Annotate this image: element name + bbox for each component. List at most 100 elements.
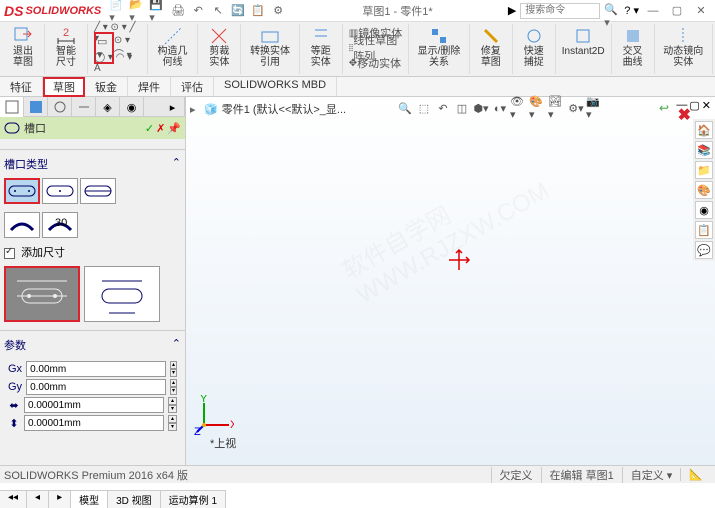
status-units-icon[interactable]: 📐 bbox=[680, 468, 711, 481]
spin-up[interactable]: ▴ bbox=[170, 361, 177, 369]
status-editing[interactable]: 在编辑 草图1 bbox=[541, 467, 622, 483]
pm-ok-button[interactable]: ✓ bbox=[145, 122, 154, 135]
fm-tab-property[interactable] bbox=[24, 97, 48, 117]
minimize-button[interactable]: — bbox=[643, 3, 663, 19]
pm-cancel-button[interactable]: ✗ bbox=[156, 122, 165, 135]
confirm-corner-cancel[interactable]: ✖ bbox=[678, 105, 691, 125]
new-button[interactable]: 📄▾ bbox=[109, 2, 127, 20]
tab-sheetmetal[interactable]: 钣金 bbox=[85, 77, 128, 96]
dynamic-mirror-button[interactable]: 动态镜向实体 bbox=[659, 24, 708, 70]
slot-dim-scheme-2[interactable] bbox=[84, 266, 160, 322]
search-icon[interactable]: 🔍▾ bbox=[604, 3, 620, 19]
tab-features[interactable]: 特征 bbox=[0, 77, 43, 96]
slot-overall-option[interactable] bbox=[80, 178, 116, 204]
vt-section[interactable]: ◫ bbox=[453, 99, 471, 117]
vt-prev-view[interactable]: ↶ bbox=[434, 99, 452, 117]
vt-zoom-fit[interactable]: 🔍 bbox=[396, 99, 414, 117]
fm-expand-button[interactable]: ▸ bbox=[161, 97, 185, 117]
settings-button[interactable]: ⚙ bbox=[269, 2, 287, 20]
fm-tab-dim[interactable] bbox=[72, 97, 96, 117]
instant2d-button[interactable]: Instant2D bbox=[560, 24, 607, 59]
linear-pattern-button[interactable]: ⦙⦙ 线性草图阵列 bbox=[349, 41, 403, 55]
param-height-input[interactable] bbox=[24, 415, 164, 431]
spin-down[interactable]: ▾ bbox=[170, 369, 177, 377]
select-button[interactable]: ↖ bbox=[209, 2, 227, 20]
move-button[interactable]: ✥ 移动实体 bbox=[349, 56, 403, 70]
btab-back[interactable]: ◂ bbox=[27, 491, 49, 508]
fm-tab-config[interactable] bbox=[48, 97, 72, 117]
btab-prev[interactable]: ◂◂ bbox=[0, 491, 27, 508]
graphics-area[interactable]: 🔍 ⬚ ↶ ◫ ⬢▾ ◐▾ 👁▾ 🎨▾ 🏞▾ ⚙▾ 📷▾ — ▢ ✕ ▸ 🧊 零… bbox=[186, 97, 715, 465]
spin-down[interactable]: ▾ bbox=[170, 387, 177, 395]
tp-file-explorer[interactable]: 📁 bbox=[695, 161, 713, 179]
collapse-icon[interactable]: ⌃ bbox=[172, 156, 181, 172]
tp-forum[interactable]: 💬 bbox=[695, 241, 713, 259]
vt-display-style[interactable]: ◐▾ bbox=[491, 99, 509, 117]
spin-up[interactable]: ▴ bbox=[170, 379, 177, 387]
collapse-icon[interactable]: ⌃ bbox=[172, 337, 181, 353]
print-button[interactable]: 🖨 bbox=[169, 2, 187, 20]
slot-type-title[interactable]: 槽口类型 ⌃ bbox=[4, 154, 181, 174]
tp-design-library[interactable]: 📚 bbox=[695, 141, 713, 159]
tab-evaluate[interactable]: 评估 bbox=[171, 77, 214, 96]
tp-appearances[interactable]: ◉ bbox=[695, 201, 713, 219]
tp-view-palette[interactable]: 🎨 bbox=[695, 181, 713, 199]
vt-zoom-area[interactable]: ⬚ bbox=[415, 99, 433, 117]
spin-up[interactable]: ▴ bbox=[168, 415, 177, 423]
vt-scene[interactable]: 🏞▾ bbox=[548, 99, 566, 117]
slot-centerpoint-arc-option[interactable]: 30 bbox=[42, 212, 78, 238]
close-button[interactable]: ✕ bbox=[691, 3, 711, 19]
options-button[interactable]: 📋 bbox=[249, 2, 267, 20]
tab-weldments[interactable]: 焊件 bbox=[128, 77, 171, 96]
smart-dimension-button[interactable]: 2 智能尺寸 bbox=[49, 24, 83, 70]
undo-button[interactable]: ↶ bbox=[189, 2, 207, 20]
add-dim-checkbox[interactable] bbox=[4, 248, 15, 259]
param-y-input[interactable] bbox=[26, 379, 166, 395]
fm-tab-appearance[interactable]: ◉ bbox=[120, 97, 144, 117]
help-button[interactable]: ? ▾ bbox=[624, 4, 639, 17]
slot-straight-option[interactable] bbox=[4, 178, 40, 204]
tab-mbd[interactable]: SOLIDWORKS MBD bbox=[214, 77, 337, 96]
pm-pin-button[interactable]: 📌 bbox=[167, 122, 181, 135]
exit-sketch-button[interactable]: 退出草图 bbox=[6, 24, 40, 70]
spin-down[interactable]: ▾ bbox=[168, 423, 177, 431]
tab-sketch[interactable]: 草图 bbox=[43, 77, 85, 97]
circle-tool[interactable]: ◯ ▾ ◠ ▾ A bbox=[94, 56, 141, 70]
search-input[interactable] bbox=[520, 3, 600, 19]
shaded-button[interactable]: 交叉曲线 bbox=[616, 24, 650, 70]
vt-edit-appearance[interactable]: 🎨▾ bbox=[529, 99, 547, 117]
vt-view-settings[interactable]: ⚙▾ bbox=[567, 99, 585, 117]
spin-up[interactable]: ▴ bbox=[168, 397, 177, 405]
btab-3dview[interactable]: 3D 视图 bbox=[108, 491, 161, 508]
open-button[interactable]: 📂▾ bbox=[129, 2, 147, 20]
rebuild-button[interactable]: 🔄 bbox=[229, 2, 247, 20]
trim-button[interactable]: 剪裁实体 bbox=[202, 24, 236, 70]
viewport-close[interactable]: ✕ bbox=[702, 99, 711, 112]
tp-resources[interactable]: 🏠 bbox=[695, 121, 713, 139]
vt-hide-show[interactable]: 👁▾ bbox=[510, 99, 528, 117]
parameters-title[interactable]: 参数 ⌃ bbox=[4, 335, 181, 355]
convert-button[interactable]: 转换实体引用 bbox=[245, 24, 294, 70]
param-x-input[interactable] bbox=[26, 361, 166, 377]
tp-custom-props[interactable]: 📋 bbox=[695, 221, 713, 239]
offset-button[interactable]: 等距实体 bbox=[304, 24, 338, 70]
btab-model[interactable]: 模型 bbox=[71, 491, 108, 508]
slot-dim-scheme-1[interactable] bbox=[4, 266, 80, 322]
flyout-expand-icon[interactable]: ▸ bbox=[190, 103, 200, 116]
confirm-corner-ok[interactable]: ↩ bbox=[659, 101, 669, 115]
vt-camera[interactable]: 📷▾ bbox=[586, 99, 604, 117]
vt-orientation[interactable]: ⬢▾ bbox=[472, 99, 490, 117]
btab-motion[interactable]: 运动算例 1 bbox=[161, 491, 226, 508]
save-button[interactable]: 💾▾ bbox=[149, 2, 167, 20]
fm-tab-tree[interactable] bbox=[0, 97, 24, 117]
slot-centerpoint-option[interactable] bbox=[42, 178, 78, 204]
repair-sketch-button[interactable]: 修复草图 bbox=[474, 24, 508, 70]
fm-tab-display[interactable]: ◈ bbox=[96, 97, 120, 117]
display-delete-button[interactable]: 显示/删除关系 bbox=[413, 24, 465, 70]
maximize-button[interactable]: ▢ bbox=[667, 3, 687, 19]
status-custom[interactable]: 自定义 ▾ bbox=[622, 467, 681, 483]
btab-fwd[interactable]: ▸ bbox=[49, 491, 71, 508]
flyout-part-name[interactable]: 零件1 (默认<<默认>_显... bbox=[222, 101, 346, 117]
param-width-input[interactable] bbox=[24, 397, 164, 413]
quick-snap-button[interactable]: 快速捕捉 bbox=[517, 24, 551, 70]
